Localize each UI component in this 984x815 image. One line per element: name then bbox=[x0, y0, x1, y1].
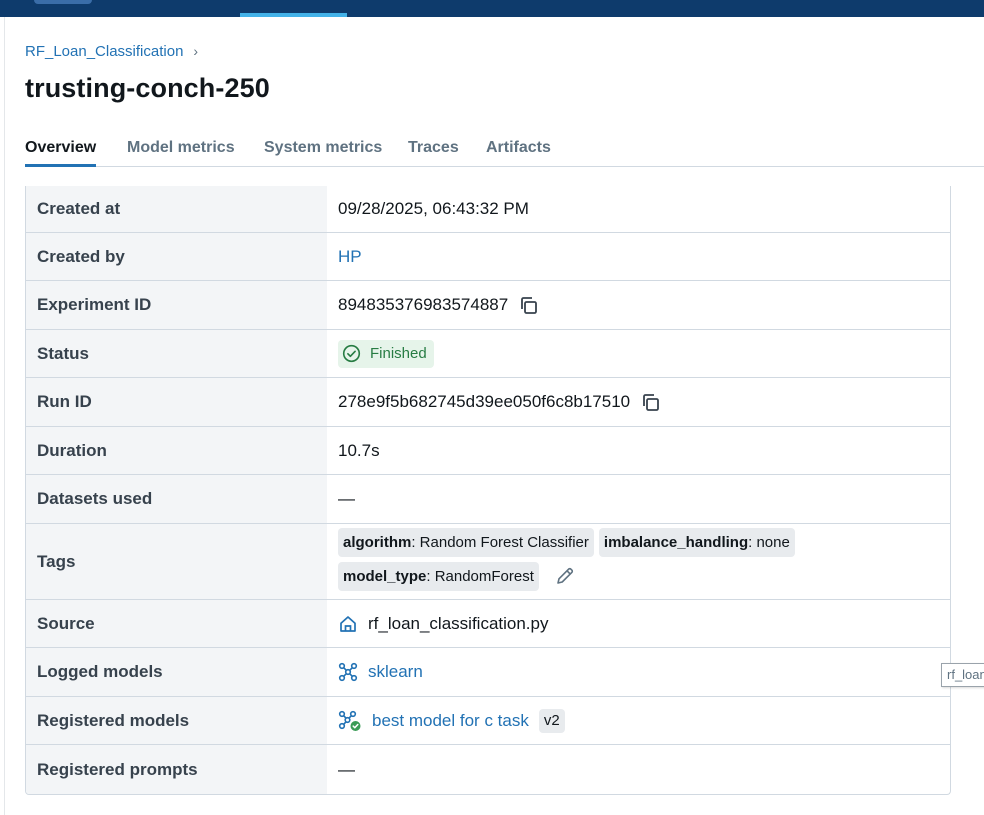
breadcrumb: RF_Loan_Classification › bbox=[25, 41, 198, 61]
duration-value: 10.7s bbox=[338, 440, 380, 460]
tag-value: : none bbox=[748, 533, 790, 551]
details-row-registered-prompts: Registered prompts — bbox=[26, 745, 950, 794]
created-at-label: Created at bbox=[26, 186, 327, 232]
tag-chip: model_type: RandomForest bbox=[338, 561, 539, 591]
source-tooltip: rf_loan_classification.py bbox=[941, 663, 984, 687]
run-details-table: Created at 09/28/2025, 06:43:32 PM Creat… bbox=[25, 186, 951, 795]
run-id-value: 278e9f5b682745d39ee050f6c8b17510 bbox=[338, 392, 631, 411]
created-by-label: Created by bbox=[26, 233, 327, 280]
details-row-run-id: Run ID 278e9f5b682745d39ee050f6c8b17510 bbox=[26, 378, 950, 427]
registered-model-icon bbox=[338, 710, 362, 732]
tab-model-metrics[interactable]: Model metrics bbox=[127, 139, 235, 167]
experiment-id-label: Experiment ID bbox=[26, 281, 327, 329]
tab-overview[interactable]: Overview bbox=[25, 139, 97, 167]
model-icon bbox=[338, 662, 358, 682]
details-row-duration: Duration 10.7s bbox=[26, 427, 950, 475]
registered-models-label: Registered models bbox=[26, 697, 327, 744]
details-row-experiment-id: Experiment ID 894835376983574887 bbox=[26, 281, 950, 330]
git-home-icon bbox=[338, 614, 358, 634]
logged-model-link[interactable]: sklearn bbox=[368, 662, 423, 682]
registered-prompts-value: — bbox=[338, 759, 355, 779]
source-label: Source bbox=[26, 600, 327, 647]
duration-label: Duration bbox=[26, 427, 327, 474]
tag-chip: imbalance_handling: none bbox=[598, 527, 795, 557]
sidebar-divider bbox=[4, 17, 5, 815]
chevron-right-icon: › bbox=[193, 43, 199, 59]
tab-artifacts[interactable]: Artifacts bbox=[486, 139, 551, 167]
registered-prompts-label: Registered prompts bbox=[26, 745, 327, 794]
breadcrumb-experiment-link[interactable]: RF_Loan_Classification bbox=[25, 43, 183, 60]
top-nav-bar bbox=[0, 0, 984, 17]
details-row-created-at: Created at 09/28/2025, 06:43:32 PM bbox=[26, 186, 950, 233]
status-text: Finished bbox=[370, 345, 427, 362]
details-row-datasets: Datasets used — bbox=[26, 475, 950, 524]
details-row-created-by: Created by HP bbox=[26, 233, 950, 281]
page-title: trusting-conch-250 bbox=[25, 73, 270, 103]
details-row-tags: Tags algorithm: Random Forest Classifier… bbox=[26, 524, 950, 600]
tab-bar: Overview Model metrics System metrics Tr… bbox=[25, 134, 984, 167]
tags-label: Tags bbox=[26, 524, 327, 599]
status-label: Status bbox=[26, 330, 327, 377]
logged-models-label: Logged models bbox=[26, 648, 327, 696]
tags-list: algorithm: Random Forest Classifier imba… bbox=[338, 522, 950, 602]
source-link[interactable]: rf_loan_classification.py bbox=[368, 614, 548, 634]
copy-icon[interactable] bbox=[519, 296, 538, 315]
created-at-value: 09/28/2025, 06:43:32 PM bbox=[338, 199, 529, 218]
check-circle-icon bbox=[342, 344, 361, 363]
details-row-source: Source rf_loan_classification.py bbox=[26, 600, 950, 648]
created-by-link[interactable]: HP bbox=[338, 247, 362, 267]
tag-value: : RandomForest bbox=[426, 567, 534, 585]
datasets-used-label: Datasets used bbox=[26, 475, 327, 523]
details-row-logged-models: Logged models sklearn bbox=[26, 648, 950, 697]
tag-chip: algorithm: Random Forest Classifier bbox=[338, 527, 594, 557]
details-row-status: Status Finished bbox=[26, 330, 950, 378]
version-badge[interactable]: v2 bbox=[538, 708, 565, 733]
nav-active-indicator bbox=[240, 13, 347, 17]
tab-system-metrics[interactable]: System metrics bbox=[264, 139, 382, 167]
pencil-icon[interactable] bbox=[555, 566, 575, 586]
logo-fragment bbox=[34, 0, 92, 4]
registered-model-link[interactable]: best model for c task bbox=[372, 711, 529, 731]
run-id-label: Run ID bbox=[26, 378, 327, 426]
copy-icon[interactable] bbox=[641, 393, 660, 412]
tag-key: imbalance_handling bbox=[603, 533, 749, 551]
tab-traces[interactable]: Traces bbox=[408, 139, 459, 167]
details-row-registered-models: Registered models best model for c task … bbox=[26, 697, 950, 745]
tag-key: algorithm bbox=[343, 533, 412, 551]
experiment-id-value: 894835376983574887 bbox=[338, 295, 509, 314]
tag-value: : Random Forest Classifier bbox=[411, 533, 589, 551]
tag-key: model_type bbox=[343, 567, 427, 585]
datasets-used-value: — bbox=[338, 489, 355, 508]
status-badge: Finished bbox=[338, 339, 434, 368]
